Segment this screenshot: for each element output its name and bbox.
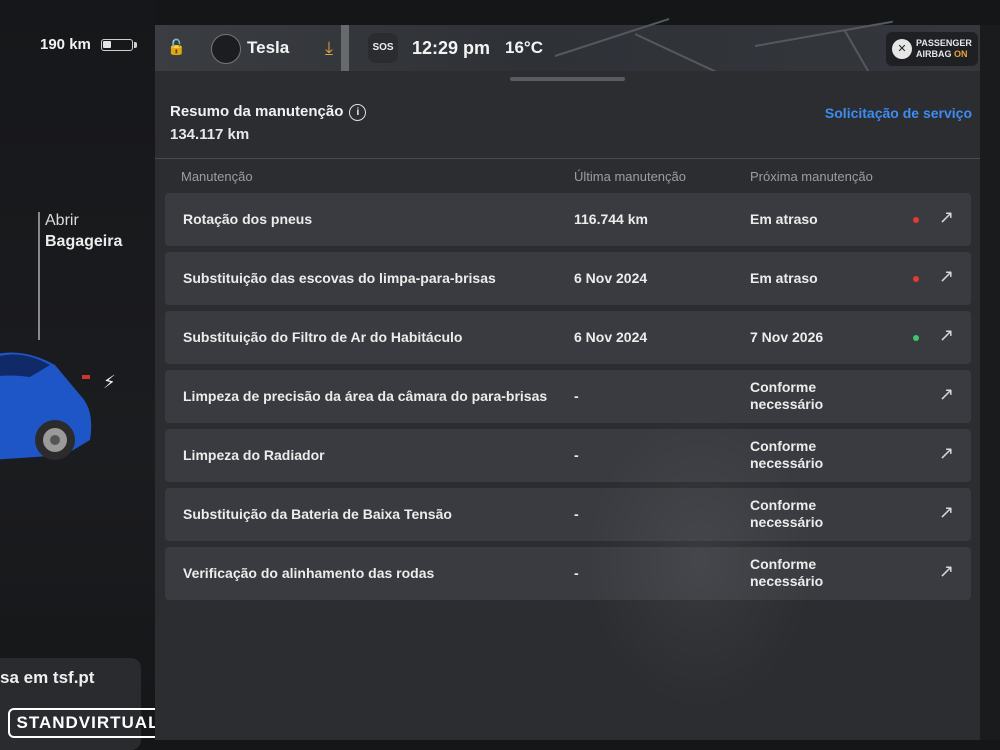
maintenance-item-name: Verificação do alinhamento das rodas — [183, 565, 435, 581]
watermark-logo: STANDVIRTUAL — [8, 708, 168, 738]
battery-icon — [101, 39, 133, 51]
column-header-next: Próxima manutenção — [750, 169, 873, 184]
trunk-divider — [38, 212, 40, 340]
car-image[interactable] — [0, 335, 120, 475]
profile-avatar[interactable] — [211, 34, 241, 64]
clock: 12:29 pm — [412, 38, 491, 58]
last-maintenance-value: 116.744 km — [574, 211, 648, 227]
next-maintenance-line1: Em atraso — [750, 211, 818, 227]
next-maintenance-value: Conforme necessário — [750, 556, 823, 590]
maintenance-panel: Resumo da manutenção i 134.117 km Solicit… — [155, 71, 980, 750]
table-row[interactable]: Limpeza do Radiador - Conforme necessário ↗ — [165, 429, 971, 482]
panel-drag-handle[interactable] — [510, 77, 625, 81]
external-arrow-icon[interactable]: ↗ — [939, 207, 954, 228]
maintenance-item-name: Substituição do Filtro de Ar do Habitácu… — [183, 329, 463, 345]
table-row[interactable]: Substituição do Filtro de Ar do Habitácu… — [165, 311, 971, 364]
external-arrow-icon[interactable]: ↗ — [939, 266, 954, 287]
table-row[interactable]: Substituição das escovas do limpa-para-b… — [165, 252, 971, 305]
airbag-label-line1: PASSENGER — [916, 38, 972, 48]
outside-temperature: 16°C — [505, 38, 543, 57]
next-maintenance-line1: Conforme — [750, 379, 817, 395]
status-separator — [341, 25, 349, 71]
column-header-maintenance: Manutenção — [181, 169, 253, 184]
external-arrow-icon[interactable]: ↗ — [939, 443, 954, 464]
maintenance-item-name: Rotação dos pneus — [183, 211, 313, 227]
passenger-airbag-status: ✕ PASSENGER AIRBAG ON — [886, 32, 978, 66]
range-readout: 190 km — [40, 36, 91, 53]
header-divider — [155, 158, 980, 159]
table-row[interactable]: Rotação dos pneus 116.744 km Em atraso ↗ — [165, 193, 971, 246]
next-maintenance-value: Em atraso — [750, 211, 818, 227]
next-maintenance-line2: necessário — [750, 455, 824, 471]
info-icon[interactable]: i — [349, 104, 367, 121]
map-road — [754, 20, 894, 47]
next-maintenance-line2: necessário — [750, 573, 824, 589]
status-dot — [913, 335, 919, 341]
last-maintenance-value: - — [574, 506, 579, 522]
vehicle-panel: 190 km Abrir Bagageira ⚡ — [0, 0, 155, 750]
open-trunk-button[interactable]: Abrir Bagageira — [45, 210, 122, 252]
last-maintenance-value: - — [574, 388, 579, 404]
trunk-label-line2: Bagageira — [45, 233, 123, 250]
status-dot — [913, 276, 919, 282]
next-maintenance-value: Conforme necessário — [750, 438, 823, 472]
screen-bezel-bottom — [155, 740, 1000, 750]
download-icon[interactable]: ⤓ — [325, 25, 333, 71]
battery-tip — [134, 42, 137, 48]
request-service-link[interactable]: Solicitação de serviço — [825, 105, 972, 121]
page-title-text: Resumo da manutenção — [170, 103, 344, 120]
promo-text: sa em tsf.pt — [0, 668, 95, 687]
column-header-last: Última manutenção — [574, 169, 686, 184]
table-row[interactable]: Substituição da Bateria de Baixa Tensão -… — [165, 488, 971, 541]
battery-level — [103, 41, 111, 48]
last-maintenance-value: 6 Nov 2024 — [574, 270, 648, 286]
table-row[interactable]: Verificação do alinhamento das rodas - Con… — [165, 547, 971, 600]
external-arrow-icon[interactable]: ↗ — [939, 384, 954, 405]
maintenance-item-name: Limpeza de precisão da área da câmara do… — [183, 388, 548, 404]
maintenance-item-name: Substituição da Bateria de Baixa Tensão — [183, 506, 452, 522]
next-maintenance-line1: Em atraso — [750, 270, 818, 286]
airbag-icon: ✕ — [892, 39, 912, 59]
screen-bezel-right — [980, 25, 1000, 750]
external-arrow-icon[interactable]: ↗ — [939, 502, 954, 523]
sos-button[interactable]: SOS — [368, 33, 398, 63]
trunk-label-line1: Abrir — [45, 212, 79, 229]
next-maintenance-line1: Conforme — [750, 438, 817, 454]
airbag-label: PASSENGER AIRBAG ON — [916, 38, 972, 60]
next-maintenance-line2: necessário — [750, 396, 824, 412]
airbag-state: ON — [954, 49, 968, 59]
next-maintenance-value: Em atraso — [750, 270, 818, 286]
next-maintenance-line2: necessário — [750, 514, 824, 530]
next-maintenance-value: Conforme necessário — [750, 379, 823, 413]
driver-profile-name[interactable]: Tesla — [247, 25, 289, 71]
odometer-value: 134.117 km — [170, 126, 250, 143]
last-maintenance-value: - — [574, 447, 579, 463]
next-maintenance-line1: Conforme — [750, 556, 817, 572]
maintenance-item-name: Substituição das escovas do limpa-para-b… — [183, 270, 496, 286]
lock-open-icon[interactable]: 🔓 — [167, 25, 186, 71]
next-maintenance-line1: Conforme — [750, 497, 817, 513]
next-maintenance-value: Conforme necessário — [750, 497, 823, 531]
next-maintenance-line1: 7 Nov 2026 — [750, 329, 824, 345]
external-arrow-icon[interactable]: ↗ — [939, 325, 954, 346]
external-arrow-icon[interactable]: ↗ — [939, 561, 954, 582]
map-road — [634, 33, 717, 73]
maintenance-item-name: Limpeza do Radiador — [183, 447, 325, 463]
last-maintenance-value: 6 Nov 2024 — [574, 329, 648, 345]
last-maintenance-value: - — [574, 565, 579, 581]
page-title: Resumo da manutenção i — [170, 103, 367, 121]
status-bar: 🔓 Tesla ⤓ SOS 12:29 pm 16°C ✕ PASSENGER … — [155, 17, 980, 84]
charging-bolt-icon: ⚡ — [103, 372, 116, 392]
status-dot — [913, 217, 919, 223]
screen-bezel-top — [155, 0, 1000, 25]
airbag-label-line2: AIRBAG — [916, 49, 952, 59]
table-row[interactable]: Limpeza de precisão da área da câmara do… — [165, 370, 971, 423]
next-maintenance-value: 7 Nov 2026 — [750, 329, 823, 345]
